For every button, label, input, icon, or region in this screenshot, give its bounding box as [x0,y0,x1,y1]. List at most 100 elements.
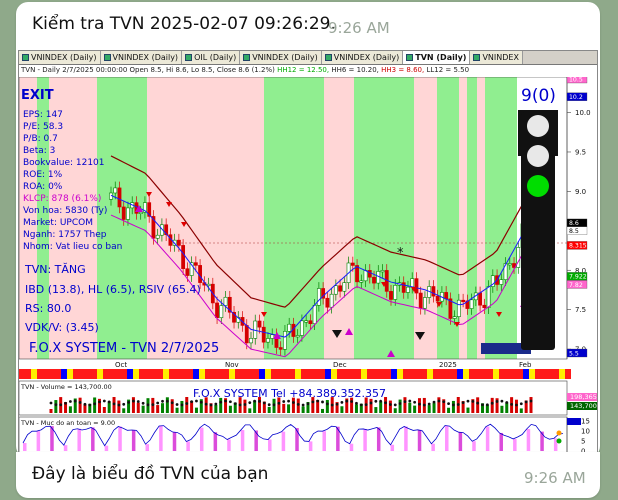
volume-bar [296,398,300,413]
pe-text: P/E: 58.3 [23,122,63,132]
volume-dot [369,401,373,405]
tab-label: VNINDEX [482,53,519,62]
volume-bar [165,397,169,413]
candle-body [300,320,304,336]
volume-bar [248,408,252,413]
signal-cell [121,369,127,379]
signal-cell [19,369,25,379]
tab-3[interactable]: VNINDEX (Daily) [240,51,322,64]
safety-bar [118,426,122,451]
volume-dot [156,401,160,405]
safety-bar [308,441,313,451]
signal-cell [175,369,181,379]
safety-bar [349,443,354,451]
volume-bar [257,397,261,413]
safety-bar [91,427,95,451]
signal-cell [61,369,67,379]
signal-cell [109,369,115,379]
volume-bar [476,397,480,413]
candle-body [456,299,461,317]
signal-strip [19,369,571,379]
tab-1[interactable]: VNINDEX (Daily) [100,51,183,64]
safety-dot [556,438,562,444]
candle-body [117,187,122,208]
tab-2[interactable]: OIL (Daily) [182,51,241,64]
volume-bar [490,397,494,413]
volume-dot [88,403,92,407]
volume-dot [485,403,489,407]
month-label: Feb [519,361,532,369]
volume-bar [131,397,135,413]
signal-cell [295,369,301,379]
volume-dot [238,403,242,407]
signal-cell [271,369,277,379]
signal-cell [241,369,247,379]
volume-dot [432,400,436,404]
signal-cell [481,369,487,379]
roe-text: ROE: 1% [23,170,63,180]
beta-text: Beta: 3 [23,146,55,156]
volume-dot [456,403,460,406]
volume-dot [495,400,499,403]
candle-body [410,278,415,288]
light-middle [527,145,549,167]
tab-label: TVN (Daily) [415,53,467,62]
volume-dot [524,400,528,404]
volume-dot [151,403,155,407]
candle-body [155,234,160,239]
tab-4[interactable]: VNINDEX (Daily) [321,51,404,64]
tab-0[interactable]: VNINDEX (Daily) [19,51,101,64]
volume-bar [466,407,470,413]
signal-cell [103,369,109,379]
trend-text: TVN: TĂNG [24,263,86,276]
volume-dot [325,402,329,406]
volume-dot [102,399,106,403]
volume-dot [204,402,208,406]
signal-cell [349,369,355,379]
volume-bar [180,400,184,413]
safety-bar [390,444,395,451]
signal-cell [547,369,553,379]
volume-dot [384,401,387,405]
candle-body [325,297,330,308]
candle-body [181,245,186,269]
signal-count: 9(0) [521,86,556,106]
volume-bar [219,397,223,413]
band [485,77,517,359]
volume-dot [306,402,310,406]
price-tag-label: 8.5 [569,228,579,235]
volume-dot [490,401,494,405]
signal-cell [133,369,139,379]
month-label: Oct [115,361,127,369]
message-time: 9:26 AM [328,19,390,37]
volume-bar [185,397,189,413]
volume-dot [529,399,533,403]
signal-cell [55,369,61,379]
chart-screenshot[interactable]: VNINDEX (Daily) VNINDEX (Daily) OIL (Daily… [18,50,598,458]
signal-cell [181,369,187,379]
vdkv-text: VDK/V: (3.45) [25,321,99,334]
signal-cell [259,369,265,379]
safety-bar [472,441,476,451]
tab-label: VNINDEX (Daily) [252,53,318,62]
tab-5[interactable]: TVN (Daily) [403,51,471,64]
safety-bar [281,431,286,451]
signal-cell [493,369,499,379]
price-axis: 10.09.59.08.58.07.57.010.510.28.68.58.31… [566,77,595,359]
signal-cell [367,369,373,379]
signal-cell [523,369,529,379]
signal-cell [463,369,469,379]
caption-text: Đây là biểu đồ TVN của bạn [32,464,269,484]
volume-bar [325,400,329,413]
message-bubble-bottom: Đây là biểu đồ TVN của bạn 9:26 AM [16,452,600,498]
candle-body [308,320,313,325]
chart-tab-icon [473,54,481,61]
ll12-text: LL12 = 5.50 [426,66,470,74]
signal-cell [187,369,193,379]
tab-6[interactable]: VNINDEX [470,51,523,64]
signal-cell [553,369,559,379]
volume-bar [243,399,247,413]
price-tag-label: 7.92216 [569,274,595,281]
candle-body [431,286,436,297]
volume-dot [282,400,286,403]
